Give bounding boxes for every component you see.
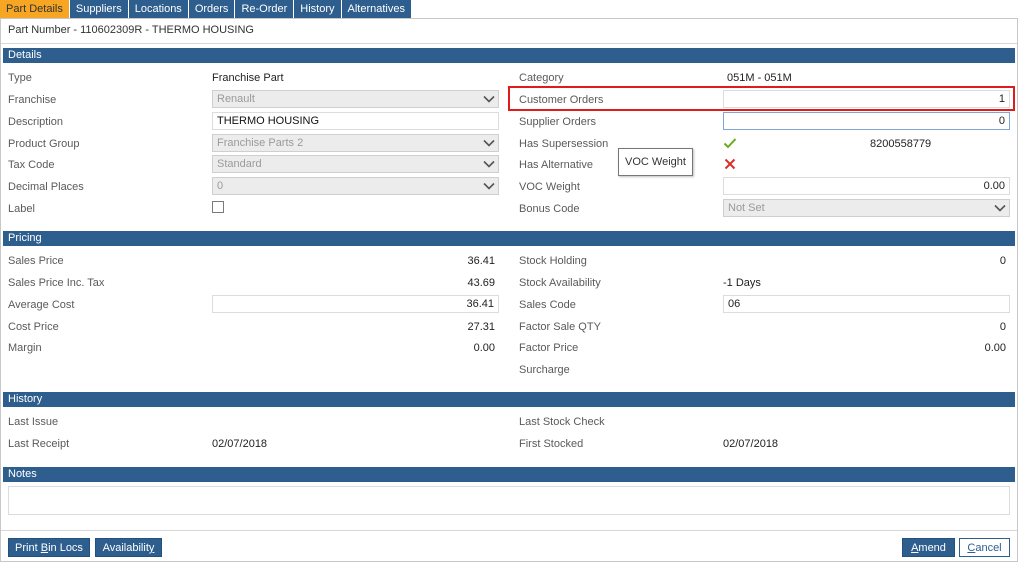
tab-history[interactable]: History xyxy=(294,0,342,18)
tab-alternatives[interactable]: Alternatives xyxy=(341,0,412,18)
bonus-code-label: Bonus Code xyxy=(519,203,580,215)
tax-code-label: Tax Code xyxy=(8,159,55,171)
supplier-orders-label: Supplier Orders xyxy=(519,116,597,128)
sales-price-label: Sales Price xyxy=(8,255,64,267)
cross-icon xyxy=(724,158,736,170)
category-value: 051M - 051M xyxy=(727,72,792,84)
tab-re-order[interactable]: Re-Order xyxy=(235,0,295,18)
amend-text-b: mend xyxy=(918,542,946,554)
tab-locations[interactable]: Locations xyxy=(128,0,189,18)
cost-price-value: 27.31 xyxy=(467,321,495,333)
availability-text-a: Availabilit xyxy=(102,542,149,554)
franchise-label: Franchise xyxy=(8,94,57,106)
tax-code-select-value: Standard xyxy=(217,158,262,170)
sales-price-inc-tax-value: 43.69 xyxy=(467,277,495,289)
category-label: Category xyxy=(519,72,564,84)
sales-code-input[interactable]: 06 xyxy=(723,295,1010,313)
margin-label: Margin xyxy=(8,342,42,354)
chevron-down-icon xyxy=(994,204,1006,212)
first-stocked-label: First Stocked xyxy=(519,438,584,450)
sales-price-value: 36.41 xyxy=(467,255,495,267)
type-label: Type xyxy=(8,72,32,84)
decimal-places-select-value: 0 xyxy=(217,180,224,192)
bonus-code-select[interactable]: Not Set xyxy=(723,199,1010,217)
print-bin-locs-text-a: Print xyxy=(15,542,41,554)
tab-orders[interactable]: Orders xyxy=(188,0,236,18)
has-supersession-label: Has Supersession xyxy=(519,138,609,150)
description-input[interactable]: THERMO HOUSING xyxy=(212,112,499,130)
supersession-value[interactable]: 8200558779 xyxy=(870,138,931,150)
bonus-code-select-value: Not Set xyxy=(728,202,765,214)
label-checkbox[interactable] xyxy=(212,201,224,213)
page-title: Part Number - 110602309R - THERMO HOUSIN… xyxy=(8,24,254,36)
tab-suppliers[interactable]: Suppliers xyxy=(69,0,129,18)
availability-button[interactable]: Availability xyxy=(95,538,162,557)
decimal-places-select[interactable]: 0 xyxy=(212,177,499,195)
product-group-select[interactable]: Franchise Parts 2 xyxy=(212,134,499,152)
cost-price-label: Cost Price xyxy=(8,321,59,333)
stock-availability-label: Stock Availability xyxy=(519,277,601,289)
label-label: Label xyxy=(8,203,35,215)
print-bin-locs-button[interactable]: Print Bin Locs xyxy=(8,538,90,557)
stock-holding-value: 0 xyxy=(999,255,1006,267)
last-receipt-value: 02/07/2018 xyxy=(212,438,268,450)
type-value: Franchise Part xyxy=(212,72,284,84)
last-issue-label: Last Issue xyxy=(8,416,59,428)
section-header-details: Details xyxy=(3,48,1015,63)
margin-value: 0.00 xyxy=(473,342,495,354)
chevron-down-icon xyxy=(483,182,495,190)
checkmark-icon xyxy=(723,138,737,149)
footer-divider xyxy=(1,530,1017,531)
voc-weight-tooltip: VOC Weight xyxy=(618,148,693,176)
amend-button[interactable]: Amend xyxy=(902,538,955,557)
decimal-places-label: Decimal Places xyxy=(8,181,84,193)
cancel-text-b: ancel xyxy=(975,542,1002,554)
section-header-history: History xyxy=(3,392,1015,407)
average-cost-input[interactable]: 36.41 xyxy=(212,295,499,313)
sales-code-label: Sales Code xyxy=(519,299,576,311)
has-alternative-label: Has Alternative xyxy=(519,159,593,171)
factor-sale-qty-label: Factor Sale QTY xyxy=(519,321,601,333)
description-label: Description xyxy=(8,116,64,128)
last-stock-check-label: Last Stock Check xyxy=(519,416,605,428)
stock-availability-value: -1 Days xyxy=(723,277,761,289)
factor-price-value: 0.00 xyxy=(984,342,1006,354)
voc-weight-input[interactable]: 0.00 xyxy=(723,177,1010,195)
availability-accel: y xyxy=(148,542,155,554)
surcharge-label: Surcharge xyxy=(519,364,570,376)
average-cost-label: Average Cost xyxy=(8,299,75,311)
notes-textarea[interactable] xyxy=(8,486,1010,515)
first-stocked-value: 02/07/2018 xyxy=(723,438,779,450)
chevron-down-icon xyxy=(483,160,495,168)
voc-weight-label: VOC Weight xyxy=(519,181,580,193)
print-bin-locs-text-c: in Locs xyxy=(48,542,83,554)
supplier-orders-input[interactable]: 0 xyxy=(723,112,1010,130)
factor-price-label: Factor Price xyxy=(519,342,579,354)
factor-sale-qty-value: 0 xyxy=(999,321,1006,333)
chevron-down-icon xyxy=(483,139,495,147)
cancel-button[interactable]: Cancel xyxy=(959,538,1010,557)
stock-holding-label: Stock Holding xyxy=(519,255,587,267)
product-group-label: Product Group xyxy=(8,138,80,150)
tax-code-select[interactable]: Standard xyxy=(212,155,499,173)
sales-price-inc-tax-label: Sales Price Inc. Tax xyxy=(8,277,105,289)
last-receipt-label: Last Receipt xyxy=(8,438,70,450)
section-header-pricing: Pricing xyxy=(3,231,1015,246)
customer-orders-highlight xyxy=(508,86,1015,111)
print-bin-locs-accel: B xyxy=(40,542,49,554)
franchise-select[interactable]: Renault xyxy=(212,90,499,108)
tab-bar: Part Details Suppliers Locations Orders … xyxy=(0,0,412,18)
chevron-down-icon xyxy=(483,95,495,103)
product-group-select-value: Franchise Parts 2 xyxy=(217,137,304,149)
franchise-select-value: Renault xyxy=(217,93,255,105)
section-header-notes: Notes xyxy=(3,467,1015,482)
tab-part-details[interactable]: Part Details xyxy=(0,0,70,18)
title-divider xyxy=(1,43,1017,44)
